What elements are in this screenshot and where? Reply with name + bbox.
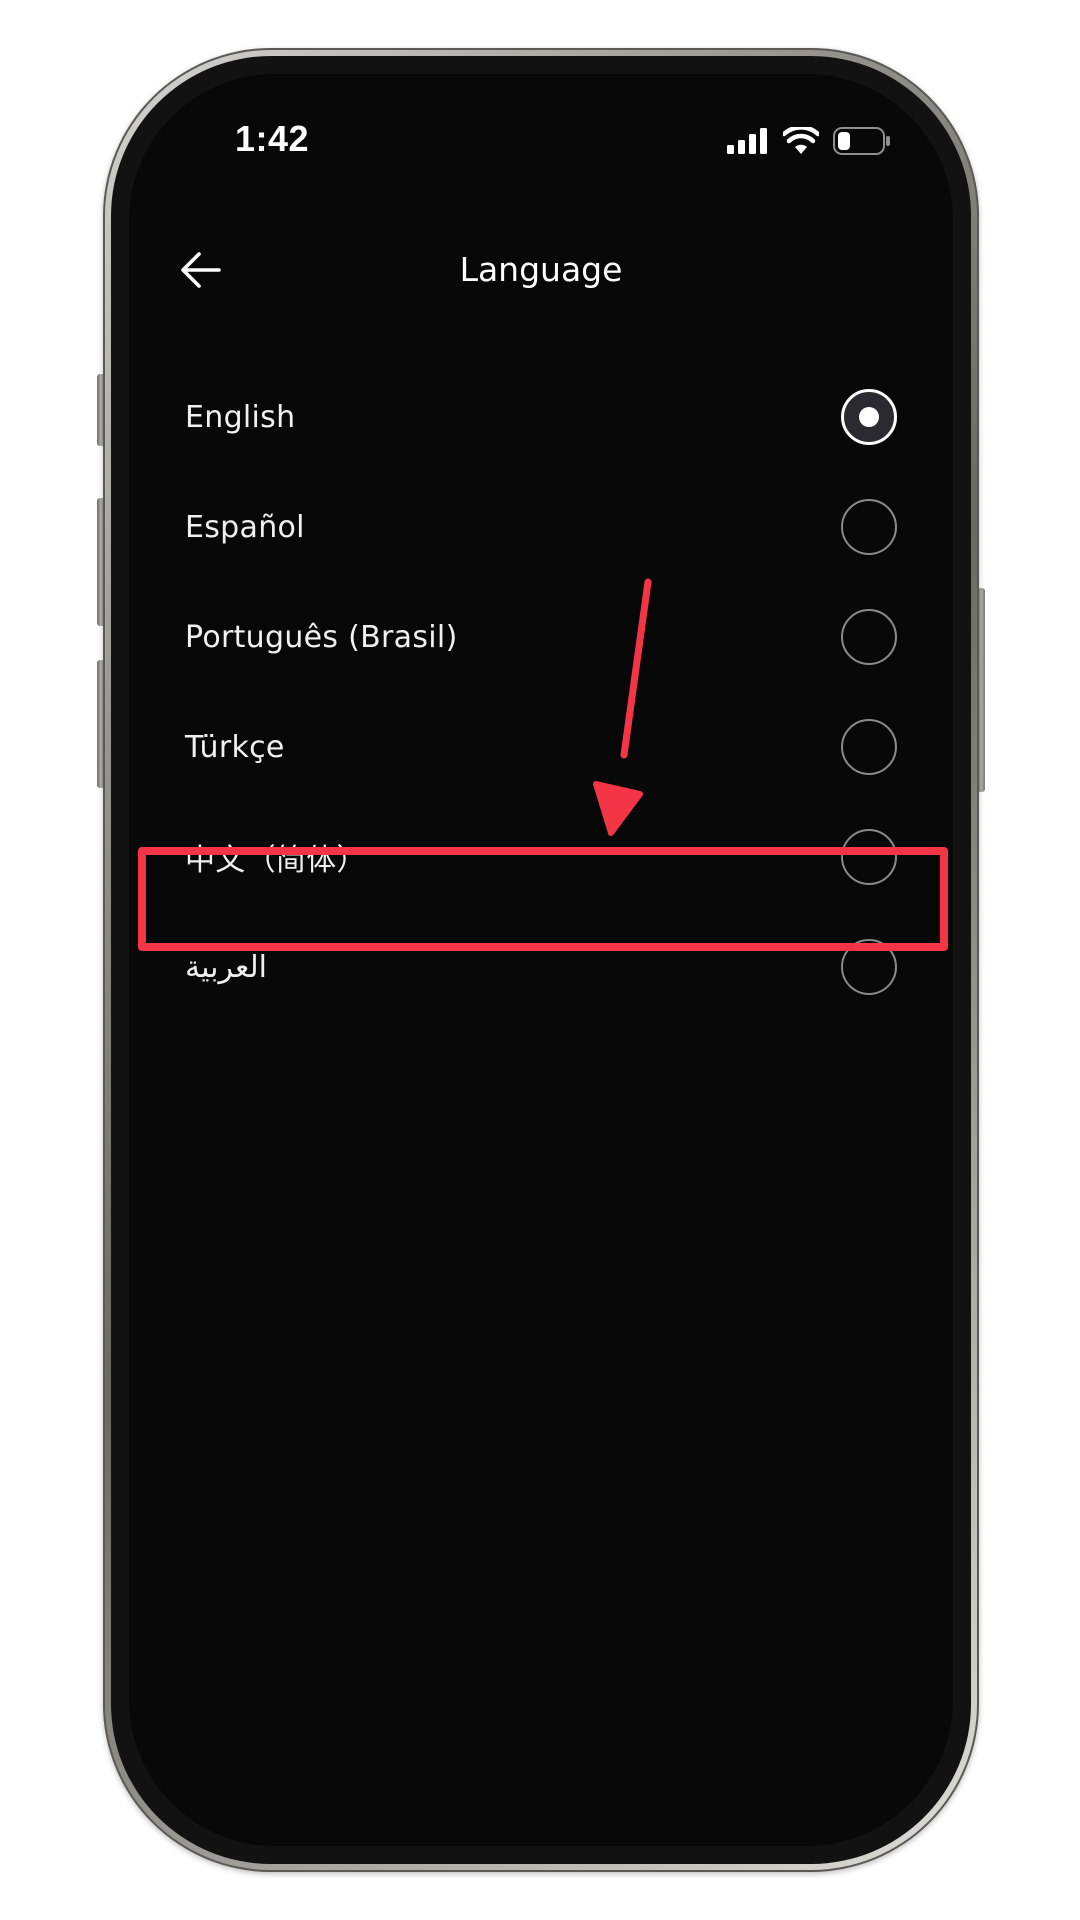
language-option-portuguese-brazil[interactable]: Português (Brasil) xyxy=(129,582,953,692)
status-icons xyxy=(727,124,891,158)
status-time: 1:42 xyxy=(235,118,310,159)
screenshot-canvas: 1:42 Language English Español Português … xyxy=(0,0,1080,1920)
phone-frame: 1:42 Language English Español Português … xyxy=(103,48,979,1872)
radio-dot xyxy=(859,407,879,427)
language-label: Español xyxy=(185,509,305,545)
language-label: Português (Brasil) xyxy=(185,619,458,655)
battery-icon xyxy=(833,127,891,155)
cellular-signal-icon xyxy=(727,128,769,154)
language-label: Türkçe xyxy=(185,729,285,765)
language-label: 中文（简体） xyxy=(185,843,367,878)
language-option-arabic[interactable]: العربية xyxy=(129,912,953,1022)
radio-button[interactable] xyxy=(841,609,897,665)
language-option-chinese-simplified[interactable]: 中文（简体） xyxy=(129,802,953,912)
radio-button[interactable] xyxy=(841,939,897,995)
language-label: English xyxy=(185,399,296,435)
language-option-turkish[interactable]: Türkçe xyxy=(129,692,953,802)
language-option-english[interactable]: English xyxy=(129,362,953,472)
phone-screen: 1:42 Language English Español Português … xyxy=(129,74,953,1846)
phone-bezel: 1:42 Language English Español Português … xyxy=(111,56,971,1864)
language-list: English Español Português (Brasil) Türkç… xyxy=(129,362,953,1022)
page-title: Language xyxy=(459,250,623,289)
wifi-icon xyxy=(783,127,819,155)
radio-button[interactable] xyxy=(841,829,897,885)
language-label: العربية xyxy=(185,949,267,985)
radio-button[interactable] xyxy=(841,719,897,775)
radio-button[interactable] xyxy=(841,499,897,555)
language-option-spanish[interactable]: Español xyxy=(129,472,953,582)
radio-button-selected[interactable] xyxy=(841,389,897,445)
